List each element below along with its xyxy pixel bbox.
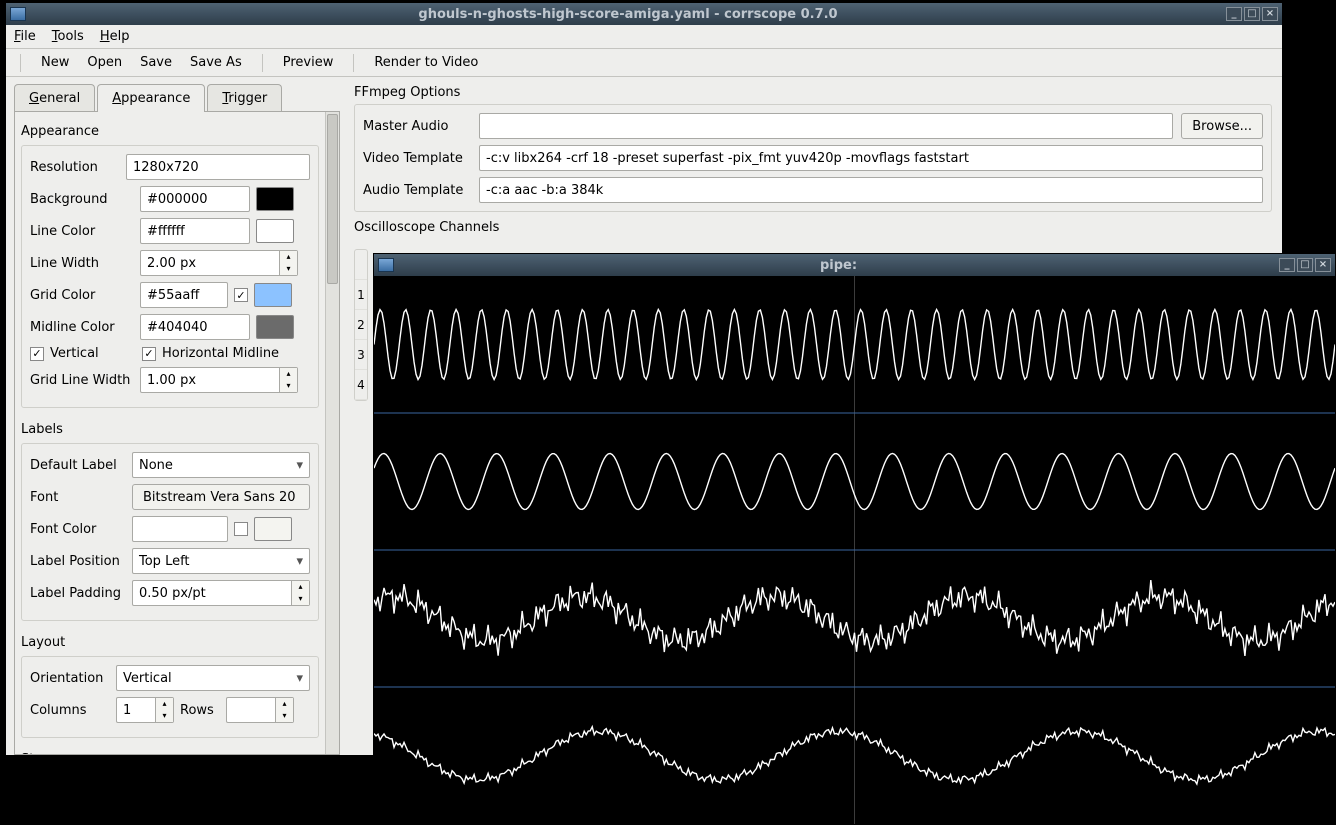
columns-spinner[interactable]: 1▴▾ bbox=[116, 697, 174, 723]
line-width-spinner[interactable]: 2.00 px▴▾ bbox=[140, 250, 298, 276]
preview-button[interactable]: Preview bbox=[283, 55, 334, 70]
open-button[interactable]: Open bbox=[87, 55, 122, 70]
browse-button[interactable]: Browse... bbox=[1181, 113, 1263, 139]
oscilloscope-canvas bbox=[374, 276, 1335, 824]
grid-line-width-label: Grid Line Width bbox=[30, 373, 134, 388]
list-item[interactable]: 3 bbox=[355, 340, 367, 370]
grid-color-swatch[interactable] bbox=[254, 283, 292, 307]
menu-tools[interactable]: Tools bbox=[52, 29, 84, 44]
master-audio-input[interactable] bbox=[479, 113, 1173, 139]
channels-heading: Oscilloscope Channels bbox=[354, 218, 1272, 239]
line-color-input[interactable] bbox=[140, 218, 250, 244]
appearance-heading: Appearance bbox=[19, 120, 335, 145]
vertical-label: Vertical bbox=[50, 346, 136, 361]
font-color-input[interactable] bbox=[132, 516, 228, 542]
font-color-swatch[interactable] bbox=[254, 517, 292, 541]
channel-list[interactable]: 1 2 3 4 bbox=[354, 249, 368, 401]
appearance-panel: Appearance Resolution Background Line Co… bbox=[14, 111, 340, 755]
resolution-label: Resolution bbox=[30, 160, 120, 175]
window-title: ghouls-n-ghosts-high-score-amiga.yaml - … bbox=[32, 7, 1224, 22]
video-template-input[interactable] bbox=[479, 145, 1263, 171]
tab-trigger[interactable]: Trigger bbox=[207, 84, 282, 112]
list-header bbox=[355, 250, 367, 280]
grid-color-label: Grid Color bbox=[30, 288, 134, 303]
label-padding-spinner[interactable]: 0.50 px/pt▴▾ bbox=[132, 580, 310, 606]
list-item[interactable]: 2 bbox=[355, 310, 367, 340]
menubar: File Tools Help bbox=[6, 25, 1282, 49]
font-button[interactable]: Bitstream Vera Sans 20 bbox=[132, 484, 310, 510]
orientation-label: Orientation bbox=[30, 671, 110, 686]
midline-color-swatch[interactable] bbox=[256, 315, 294, 339]
maximize-icon[interactable]: □ bbox=[1297, 258, 1313, 272]
default-label-label: Default Label bbox=[30, 458, 126, 473]
audio-template-input[interactable] bbox=[479, 177, 1263, 203]
maximize-icon[interactable]: □ bbox=[1244, 7, 1260, 21]
horizontal-label: Horizontal Midline bbox=[162, 346, 279, 361]
toolbar: New Open Save Save As Preview Render to … bbox=[6, 49, 1282, 77]
font-label: Font bbox=[30, 490, 126, 505]
app-icon bbox=[10, 7, 26, 21]
tabs: General Appearance Trigger bbox=[14, 83, 340, 111]
font-color-checkbox[interactable] bbox=[234, 522, 248, 536]
orientation-combo[interactable]: Vertical bbox=[116, 665, 310, 691]
menu-help[interactable]: Help bbox=[100, 29, 130, 44]
midline-color-input[interactable] bbox=[140, 314, 250, 340]
save-as-button[interactable]: Save As bbox=[190, 55, 242, 70]
layout-heading: Layout bbox=[19, 631, 335, 656]
horizontal-checkbox[interactable]: ✓ bbox=[142, 347, 156, 361]
audio-template-label: Audio Template bbox=[363, 183, 471, 198]
new-button[interactable]: New bbox=[41, 55, 69, 70]
line-width-label: Line Width bbox=[30, 256, 134, 271]
background-label: Background bbox=[30, 192, 134, 207]
vertical-checkbox[interactable]: ✓ bbox=[30, 347, 44, 361]
resolution-input[interactable] bbox=[126, 154, 310, 180]
tab-appearance[interactable]: Appearance bbox=[97, 84, 205, 112]
line-color-label: Line Color bbox=[30, 224, 134, 239]
titlebar[interactable]: ghouls-n-ghosts-high-score-amiga.yaml - … bbox=[6, 3, 1282, 25]
close-icon[interactable]: × bbox=[1315, 258, 1331, 272]
background-input[interactable] bbox=[140, 186, 250, 212]
rows-label: Rows bbox=[180, 703, 220, 718]
list-item[interactable]: 1 bbox=[355, 280, 367, 310]
panel-scrollbar[interactable] bbox=[325, 112, 339, 754]
ffmpeg-heading: FFmpeg Options bbox=[354, 83, 1272, 104]
menu-file[interactable]: File bbox=[14, 29, 36, 44]
label-position-label: Label Position bbox=[30, 554, 126, 569]
labels-heading: Labels bbox=[19, 418, 335, 443]
app-icon bbox=[378, 258, 394, 272]
default-label-combo[interactable]: None bbox=[132, 452, 310, 478]
list-item[interactable]: 4 bbox=[355, 370, 367, 400]
line-color-swatch[interactable] bbox=[256, 219, 294, 243]
columns-label: Columns bbox=[30, 703, 110, 718]
label-position-combo[interactable]: Top Left bbox=[132, 548, 310, 574]
label-padding-label: Label Padding bbox=[30, 586, 126, 601]
grid-color-checkbox[interactable]: ✓ bbox=[234, 288, 248, 302]
background-swatch[interactable] bbox=[256, 187, 294, 211]
grid-line-width-spinner[interactable]: 1.00 px▴▾ bbox=[140, 367, 298, 393]
close-icon[interactable]: × bbox=[1262, 7, 1278, 21]
preview-window: pipe: _ □ × bbox=[373, 253, 1336, 825]
preview-titlebar[interactable]: pipe: _ □ × bbox=[374, 254, 1335, 276]
minimize-icon[interactable]: _ bbox=[1226, 7, 1242, 21]
master-audio-label: Master Audio bbox=[363, 119, 471, 134]
save-button[interactable]: Save bbox=[140, 55, 172, 70]
video-template-label: Video Template bbox=[363, 151, 471, 166]
stereo-heading: Stereo bbox=[19, 748, 335, 755]
midline-color-label: Midline Color bbox=[30, 320, 134, 335]
preview-title: pipe: bbox=[400, 258, 1277, 273]
render-button[interactable]: Render to Video bbox=[374, 55, 478, 70]
grid-color-input[interactable] bbox=[140, 282, 228, 308]
rows-spinner[interactable]: ▴▾ bbox=[226, 697, 294, 723]
tab-general[interactable]: General bbox=[14, 84, 95, 112]
minimize-icon[interactable]: _ bbox=[1279, 258, 1295, 272]
font-color-label: Font Color bbox=[30, 522, 126, 537]
